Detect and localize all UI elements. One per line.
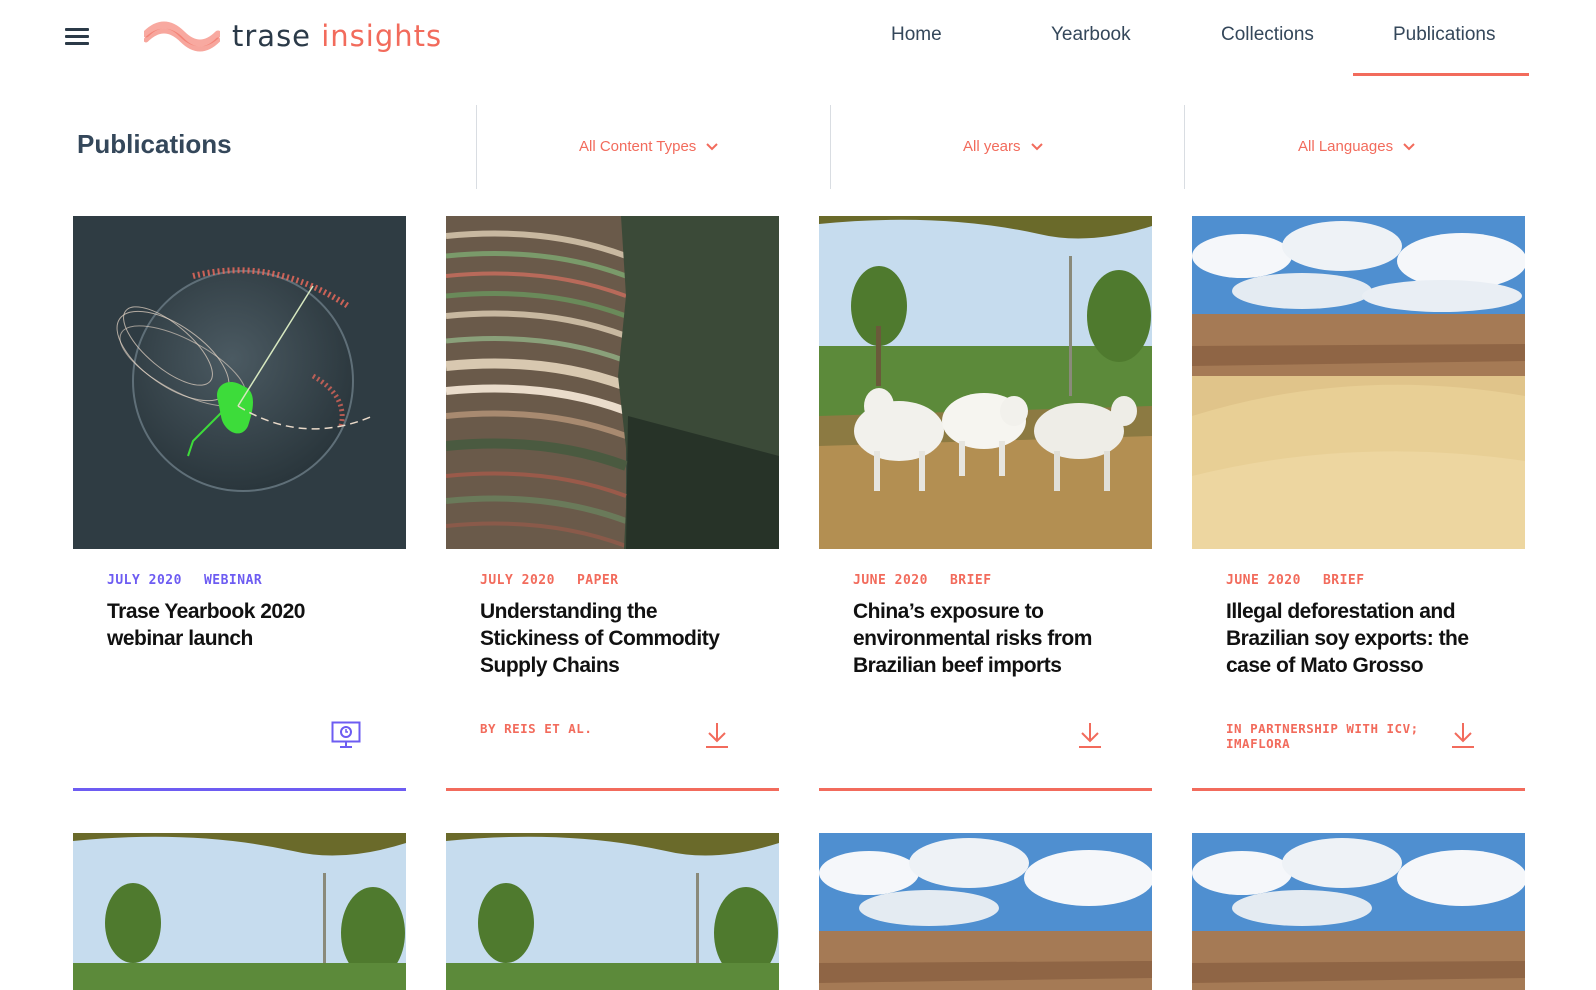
soybean-field-illustration	[819, 833, 1152, 990]
download-icon[interactable]	[1077, 721, 1103, 748]
card-author: BY REIS ET AL.	[480, 721, 593, 736]
publication-card[interactable]	[73, 833, 406, 990]
card-meta: JUNE 2020 BRIEF	[853, 573, 992, 588]
card-meta: JULY 2020 WEBINAR	[107, 573, 262, 588]
chevron-down-icon	[1403, 142, 1415, 150]
card-meta: JUNE 2020 BRIEF	[1226, 573, 1365, 588]
cattle-illustration	[446, 833, 779, 990]
card-title[interactable]: Understanding the Stickiness of Commodit…	[480, 598, 750, 679]
card-image-cattle[interactable]	[819, 216, 1152, 549]
card-image-cattle[interactable]	[73, 833, 406, 990]
card-image-aerial-fields[interactable]	[446, 216, 779, 549]
divider	[1184, 105, 1185, 189]
hamburger-menu-icon[interactable]	[65, 28, 89, 48]
card-type: BRIEF	[1322, 573, 1365, 588]
chevron-down-icon	[706, 142, 719, 150]
card-date: JULY 2020	[480, 573, 555, 588]
content-type-filter[interactable]: All Content Types	[579, 138, 719, 155]
publication-card[interactable]	[446, 833, 779, 990]
card-title[interactable]: Trase Yearbook 2020 webinar launch	[107, 598, 377, 652]
language-filter[interactable]: All Languages	[1298, 138, 1415, 155]
card-title[interactable]: China’s exposure to environmental risks …	[853, 598, 1123, 679]
webinar-screen-icon[interactable]	[331, 721, 361, 748]
divider	[830, 105, 831, 189]
publication-card[interactable]	[1192, 833, 1525, 990]
download-icon[interactable]	[704, 721, 730, 748]
publication-card[interactable]: JUNE 2020 BRIEF Illegal deforestation and…	[1192, 216, 1525, 791]
year-filter-label: All years	[963, 138, 1021, 155]
nav-home[interactable]: Home	[891, 24, 942, 46]
card-title[interactable]: Illegal deforestation and Brazilian soy …	[1226, 598, 1496, 679]
nav-yearbook[interactable]: Yearbook	[1051, 24, 1131, 46]
card-image-soybeans[interactable]	[819, 833, 1152, 990]
card-meta: JULY 2020 PAPER	[480, 573, 619, 588]
download-icon[interactable]	[1450, 721, 1476, 748]
card-image-globe[interactable]	[73, 216, 406, 549]
aerial-fields-illustration	[446, 216, 779, 549]
card-type: WEBINAR	[203, 573, 263, 588]
card-accent-bar	[819, 788, 1152, 791]
divider	[476, 105, 477, 189]
year-filter[interactable]: All years	[963, 138, 1043, 155]
card-partners: IN PARTNERSHIP WITH ICV; IMAFLORA	[1226, 721, 1419, 751]
nav-publications[interactable]: Publications	[1393, 24, 1495, 46]
card-date: JUNE 2020	[1226, 573, 1301, 588]
nav-active-underline	[1353, 73, 1529, 76]
nav-collections[interactable]: Collections	[1221, 24, 1314, 46]
card-date: JUNE 2020	[853, 573, 928, 588]
content-type-filter-label: All Content Types	[579, 138, 697, 155]
logo[interactable]: trase insights	[144, 18, 442, 54]
filter-bar: Publications All Content Types All years…	[0, 105, 1596, 189]
card-image-cattle[interactable]	[446, 833, 779, 990]
cattle-illustration	[819, 216, 1152, 549]
soybean-field-illustration	[1192, 216, 1525, 549]
logo-text: trase insights	[232, 18, 442, 54]
card-accent-bar	[446, 788, 779, 791]
card-image-soybeans[interactable]	[1192, 216, 1525, 549]
publication-card[interactable]: JULY 2020 PAPER Understanding the Stickin…	[446, 216, 779, 791]
publication-card[interactable]	[819, 833, 1152, 990]
publication-card[interactable]: JULY 2020 WEBINAR Trase Yearbook 2020 web…	[73, 216, 406, 791]
publication-card[interactable]: JUNE 2020 BRIEF China’s exposure to envir…	[819, 216, 1152, 791]
cattle-illustration	[73, 833, 406, 990]
card-date: JULY 2020	[107, 573, 182, 588]
soybean-field-illustration	[1192, 833, 1525, 990]
card-accent-bar	[73, 788, 406, 791]
language-filter-label: All Languages	[1298, 138, 1394, 155]
site-header: trase insights Home Yearbook Collections…	[0, 0, 1596, 80]
card-image-soybeans[interactable]	[1192, 833, 1525, 990]
page-title: Publications	[77, 129, 232, 159]
logo-trase: trase	[232, 19, 312, 53]
chevron-down-icon	[1030, 142, 1043, 150]
card-type: PAPER	[576, 573, 619, 588]
logo-wave-icon	[144, 21, 220, 52]
card-accent-bar	[1192, 788, 1525, 791]
logo-insights: insights	[321, 19, 443, 53]
globe-illustration	[116, 267, 374, 492]
card-type: BRIEF	[949, 573, 992, 588]
